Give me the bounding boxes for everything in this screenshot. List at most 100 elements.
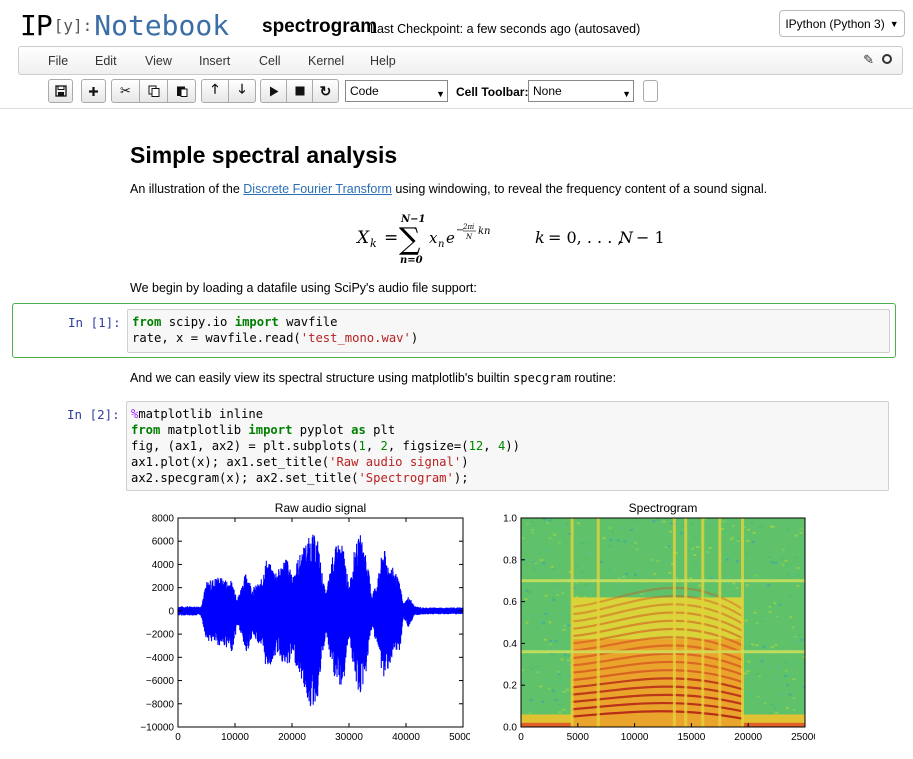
x-tick-label: 0 [518, 732, 524, 743]
noise-speck [530, 529, 534, 532]
noise-speck [608, 527, 612, 530]
dft-link[interactable]: Discrete Fourier Transform [243, 182, 392, 196]
intro-paragraph: An illustration of the Discrete Fourier … [130, 182, 767, 196]
noise-speck [525, 621, 529, 624]
svg-text:n=0: n=0 [400, 255, 423, 266]
noise-speck [535, 627, 539, 630]
svg-text:n: n [438, 239, 444, 250]
noise-speck [755, 621, 759, 624]
noise-speck [549, 640, 553, 643]
noise-speck [554, 699, 558, 702]
code-cell-selected[interactable]: In [1]: from scipy.io import wavfile rate… [12, 303, 896, 358]
svg-text:− 1: − 1 [636, 228, 665, 247]
noise-speck [531, 706, 535, 709]
menu-edit[interactable]: Edit [95, 54, 117, 68]
cut-button[interactable]: ✂ [111, 79, 140, 103]
noise-speck [669, 530, 673, 533]
svg-text:k: k [370, 237, 377, 250]
noise-speck [602, 537, 606, 540]
noise-speck [544, 612, 548, 615]
svg-text:kn: kn [478, 226, 491, 237]
code-editor[interactable]: from scipy.io import wavfile rate, x = wa… [127, 309, 890, 353]
noise-speck [575, 564, 579, 567]
restart-icon: ↻ [319, 82, 332, 99]
menu-help[interactable]: Help [370, 54, 396, 68]
menu-view[interactable]: View [145, 54, 172, 68]
move-up-button[interactable]: 🡑 [201, 79, 229, 103]
noise-speck [561, 592, 565, 595]
noise-speck [636, 570, 640, 573]
copy-button[interactable] [139, 79, 168, 103]
noise-speck [560, 658, 564, 661]
noise-speck [756, 672, 760, 675]
run-button[interactable] [260, 79, 287, 103]
inline-code: specgram [513, 371, 571, 385]
noise-speck [708, 520, 712, 523]
jupyter-logo[interactable]: IP [y]: Notebook [20, 8, 229, 42]
y-tick-label: −6000 [146, 676, 175, 687]
notebook-name[interactable]: spectrogram [262, 16, 377, 38]
noise-speck [757, 675, 761, 678]
noise-speck [768, 605, 772, 608]
noise-speck [558, 690, 562, 693]
noise-speck [770, 561, 774, 564]
code-editor[interactable]: %matplotlib inline from matplotlib import… [126, 401, 889, 491]
noise-speck [790, 662, 794, 665]
y-tick-label: −4000 [146, 653, 175, 664]
y-tick-label: 0.6 [503, 597, 517, 608]
menu-insert[interactable]: Insert [199, 54, 230, 68]
noise-speck [697, 584, 701, 587]
intro-text-after: using windowing, to reveal the frequency… [391, 182, 768, 196]
noise-speck [580, 571, 584, 574]
noise-speck [525, 589, 529, 592]
noise-speck [767, 666, 771, 669]
kernel-selector-button[interactable]: IPython (Python 3) ▼ [779, 10, 905, 37]
noise-speck [546, 522, 550, 525]
menu-cell[interactable]: Cell [259, 54, 281, 68]
noise-speck [618, 576, 622, 579]
interrupt-button[interactable] [286, 79, 313, 103]
code-cell[interactable]: In [2]: %matplotlib inline from matplotli… [12, 397, 896, 497]
noise-speck [530, 521, 534, 524]
code-line: ax1.plot(x); ax1.set_title('Raw audio si… [131, 455, 469, 469]
menu-file[interactable]: File [48, 54, 68, 68]
cell-toolbar-select[interactable]: None ▼ [528, 80, 634, 102]
noise-speck [528, 711, 532, 714]
noise-speck [763, 702, 767, 705]
select-caret-icon: ▼ [622, 89, 631, 99]
noise-speck [796, 566, 800, 569]
x-tick-label: 5000 [567, 732, 590, 743]
onset-line [701, 518, 705, 727]
insert-cell-button[interactable] [81, 79, 106, 103]
paste-button[interactable] [167, 79, 196, 103]
noise-speck [787, 523, 791, 526]
noise-speck [650, 558, 654, 561]
pencil-icon[interactable]: ✎ [863, 52, 874, 68]
noise-speck [600, 560, 604, 563]
y-tick-label: 0.2 [503, 681, 517, 692]
noise-speck [748, 645, 752, 648]
code-line: rate, x = wavfile.read('test_mono.wav') [132, 331, 419, 345]
noise-speck [562, 708, 566, 711]
noise-speck [621, 585, 625, 588]
x-tick-label: 20000 [734, 732, 762, 743]
restart-button[interactable]: ↻ [312, 79, 339, 103]
noise-speck [744, 619, 748, 622]
menu-kernel[interactable]: Kernel [308, 54, 344, 68]
save-button[interactable] [48, 79, 73, 103]
noise-speck [791, 574, 795, 577]
caret-down-icon: ▼ [889, 18, 899, 29]
cell-toolbar-extra-button[interactable] [643, 80, 658, 102]
noise-speck [752, 531, 756, 534]
noise-speck [736, 540, 740, 543]
noise-speck [552, 599, 556, 602]
cell-type-select[interactable]: Code ▼ [345, 80, 448, 102]
copy-icon [148, 85, 159, 97]
move-down-button[interactable]: 🡓 [228, 79, 256, 103]
noise-speck [621, 526, 625, 529]
svg-text:N: N [618, 228, 634, 247]
noise-speck [773, 707, 777, 710]
noise-speck [792, 697, 796, 700]
noise-speck [794, 556, 798, 559]
noise-speck [524, 598, 528, 601]
